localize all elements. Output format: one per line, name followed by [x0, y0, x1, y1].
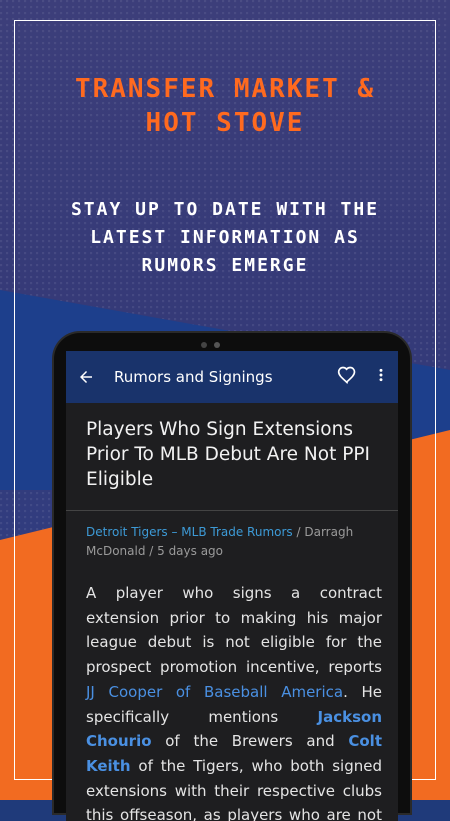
arrow-left-icon[interactable]	[66, 368, 106, 386]
article-meta: Detroit Tigers – MLB Trade Rumors / Darr…	[86, 523, 382, 561]
body-text: of the Brewers and	[151, 732, 349, 751]
camera-dot-icon	[201, 342, 207, 348]
promo-headline: TRANSFER MARKET & HOT STOVE	[0, 72, 450, 140]
heart-outline-icon[interactable]	[330, 365, 364, 390]
author-link[interactable]: JJ Cooper of Baseball America	[86, 683, 343, 701]
title-divider	[66, 510, 398, 511]
phone-device: Rumors and Signings Players Who Sign Ext…	[54, 333, 410, 821]
article: Players Who Sign Extensions Prior To MLB…	[66, 403, 398, 821]
subheadline-line-1: STAY UP TO DATE WITH THE	[70, 199, 380, 220]
camera-lens-icon	[214, 342, 220, 348]
body-text: of the Tigers, who both signed extension…	[86, 756, 382, 821]
subheadline-line-3: RUMORS EMERGE	[141, 255, 309, 276]
headline-line-2: HOT STOVE	[145, 108, 305, 138]
promo-subheadline: STAY UP TO DATE WITH THE LATEST INFORMAT…	[0, 196, 450, 280]
source-link[interactable]: Detroit Tigers – MLB Trade Rumors	[86, 525, 293, 539]
app-bar: Rumors and Signings	[66, 351, 398, 403]
body-text: A player who signs a contract extension …	[86, 584, 382, 677]
headline-line-1: TRANSFER MARKET &	[74, 74, 376, 104]
more-vertical-icon[interactable]	[364, 366, 398, 389]
page-title: Rumors and Signings	[114, 368, 273, 386]
subheadline-line-2: LATEST INFORMATION AS	[90, 227, 360, 248]
app-screen: Rumors and Signings Players Who Sign Ext…	[66, 351, 398, 821]
article-title: Players Who Sign Extensions Prior To MLB…	[86, 419, 370, 490]
article-body: A player who signs a contract extension …	[86, 581, 382, 821]
